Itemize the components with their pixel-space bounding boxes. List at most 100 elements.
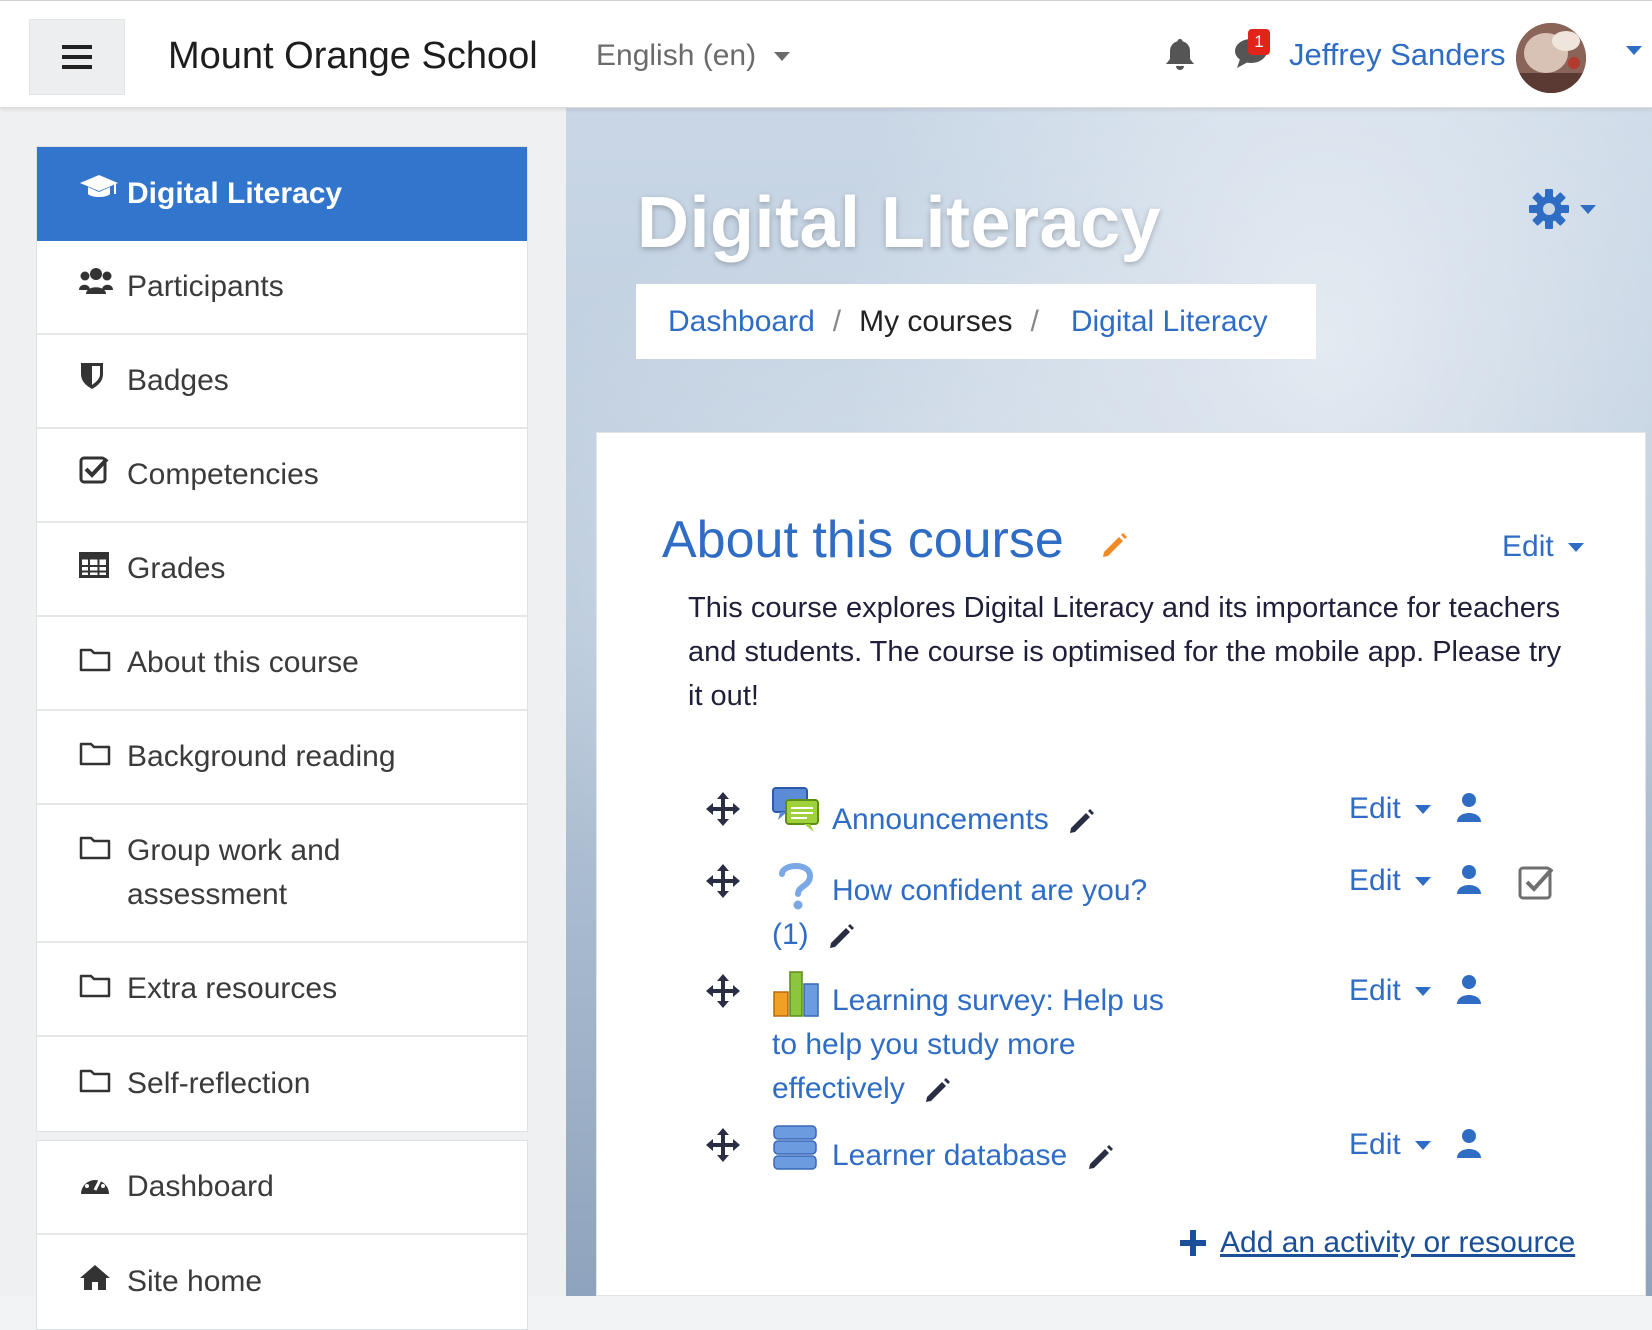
message-count-badge: 1 [1248,29,1270,55]
nav-item-course-home[interactable]: Digital Literacy [37,147,527,241]
edit-label: Edit [1349,792,1401,825]
folder-icon [79,829,111,873]
activity-edit-menu[interactable]: Edit [1349,1128,1431,1162]
breadcrumb-separator: / [1030,304,1039,338]
section-edit-menu[interactable]: Edit [1502,530,1584,564]
nav-item-section-extra[interactable]: Extra resources [37,943,527,1037]
nav-item-grades[interactable]: Grades [37,523,527,617]
nav-item-section-self-reflection[interactable]: Self-reflection [37,1037,527,1131]
move-arrows-icon [706,1128,740,1162]
chevron-down-icon [1414,1140,1431,1150]
folder-icon [79,735,111,779]
breadcrumb-my-courses: My courses [859,304,1013,338]
user-menu-chevron-icon[interactable] [1626,46,1642,55]
course-nav: Digital Literacy Participants Badges Com… [36,146,528,1132]
site-name[interactable]: Mount Orange School [168,35,538,78]
move-handle[interactable] [706,974,740,1013]
nav-item-label: Dashboard [127,1170,274,1203]
nav-item-competencies[interactable]: Competencies [37,429,527,523]
activity-link[interactable]: Learner database [772,1134,1212,1178]
activity-edit-menu[interactable]: Edit [1349,864,1431,898]
nav-drawer: Digital Literacy Participants Badges Com… [0,106,566,1330]
nav-item-section-about[interactable]: About this course [37,617,527,711]
nav-item-label: Background reading [127,740,396,773]
user-icon [1457,975,1481,1004]
pencil-icon[interactable] [827,921,857,951]
activity-edit-menu[interactable]: Edit [1349,792,1431,826]
nav-item-label: Site home [127,1265,263,1298]
top-navbar: Mount Orange School English (en) 1 Jeffr… [0,0,1652,108]
gear-icon [1529,189,1569,229]
edit-label: Edit [1502,530,1554,563]
nav-item-label: Grades [127,552,226,585]
hamburger-icon [62,45,92,69]
breadcrumb-dashboard[interactable]: Dashboard [668,305,815,339]
activity-link[interactable]: Learning survey: Help us to help you stu… [772,979,1172,1111]
nav-item-label: Group work and assessment [127,834,341,911]
assign-roles-button[interactable] [1456,864,1482,899]
site-nav: Dashboard Site home [36,1140,528,1330]
breadcrumb: Dashboard / My courses / Digital Literac… [636,284,1316,359]
pencil-icon[interactable] [923,1075,953,1105]
nav-item-section-background[interactable]: Background reading [37,711,527,805]
edit-section-title-button[interactable] [1100,530,1130,565]
avatar-photo-icon [1516,23,1586,93]
move-arrows-icon [706,792,740,826]
nav-item-site-home[interactable]: Site home [37,1235,527,1329]
add-activity-button[interactable]: Add an activity or resource [1180,1226,1575,1260]
pencil-icon[interactable] [1086,1142,1116,1172]
menu-toggle-button[interactable] [29,19,125,95]
nav-item-label: Digital Literacy [127,177,343,210]
chevron-down-icon [774,51,791,61]
home-icon [79,1260,111,1304]
table-icon [79,547,109,591]
edit-label: Edit [1349,864,1401,897]
nav-item-label: Competencies [127,458,319,491]
breadcrumb-course[interactable]: Digital Literacy [1071,305,1268,339]
language-label: English (en) [596,39,757,72]
breadcrumb-separator: / [832,304,842,338]
move-handle[interactable] [706,864,740,903]
activity-name: Learner database [832,1139,1068,1172]
pencil-icon[interactable] [1067,806,1097,836]
nav-item-label: Badges [127,364,229,397]
completion-checkbox[interactable] [1518,864,1554,905]
nav-item-badges[interactable]: Badges [37,335,527,429]
assign-roles-button[interactable] [1456,792,1482,827]
plus-icon [1180,1230,1206,1256]
nav-item-dashboard[interactable]: Dashboard [37,1141,527,1235]
user-icon [1457,793,1481,822]
pencil-icon [1103,533,1127,557]
nav-item-label: Extra resources [127,972,338,1005]
folder-icon [79,641,111,685]
nav-item-section-group-work[interactable]: Group work and assessment [37,805,527,943]
shield-icon [79,359,105,403]
user-icon [1457,1129,1481,1158]
dashboard-icon [79,1165,111,1209]
notifications-button[interactable] [1164,37,1196,76]
assign-roles-button[interactable] [1456,974,1482,1009]
course-settings-menu[interactable] [1528,188,1596,230]
move-arrows-icon [706,974,740,1008]
page-title: Digital Literacy [637,183,1162,263]
user-name[interactable]: Jeffrey Sanders [1289,37,1506,73]
activity-link[interactable]: Announcements [772,798,1212,842]
nav-item-label: Participants [127,270,284,303]
activity-name: Announcements [832,803,1049,836]
chevron-down-icon [1580,204,1596,214]
folder-icon [79,967,111,1011]
avatar[interactable] [1516,23,1586,93]
move-handle[interactable] [706,1128,740,1167]
activity-link[interactable]: How confident are you? (1) [772,869,1152,957]
bell-icon [1166,39,1194,70]
section-title[interactable]: About this course [662,510,1064,570]
graduation-cap-icon [79,172,119,216]
chevron-down-icon [1567,542,1584,552]
nav-item-participants[interactable]: Participants [37,241,527,335]
activity-edit-menu[interactable]: Edit [1349,974,1431,1008]
assign-roles-button[interactable] [1456,1128,1482,1163]
move-handle[interactable] [706,792,740,831]
language-menu[interactable]: English (en) [596,39,791,73]
nav-item-label: About this course [127,646,359,679]
chevron-down-icon [1414,876,1431,886]
